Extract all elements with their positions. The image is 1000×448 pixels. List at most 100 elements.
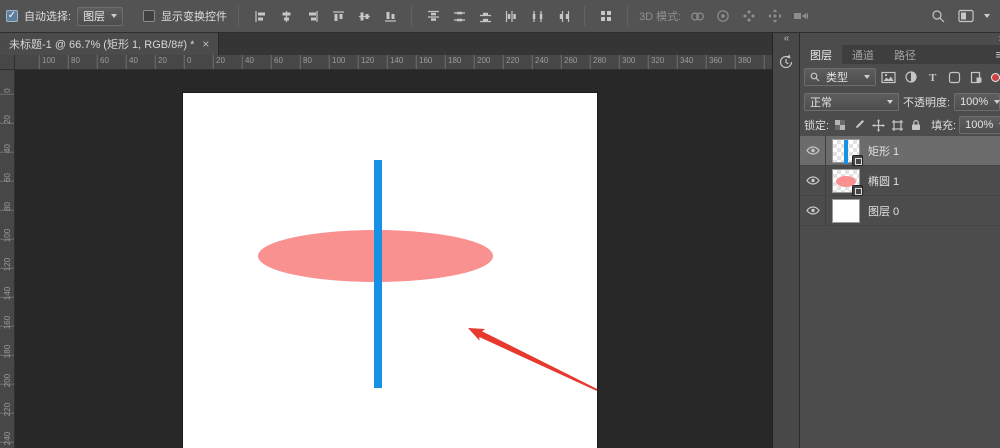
distribute-top-edges-icon[interactable]: [423, 5, 443, 27]
visibility-eye-icon[interactable]: [800, 196, 826, 225]
ruler-label: 280: [593, 56, 607, 65]
ruler-label: 20: [216, 56, 225, 65]
visibility-eye-icon[interactable]: [800, 166, 826, 195]
auto-select-checkbox[interactable]: ✓: [6, 10, 18, 22]
show-transform-checkbox[interactable]: [143, 10, 156, 22]
layer-filter-toggle[interactable]: [991, 72, 1000, 82]
ruler-label: 100: [3, 228, 12, 243]
photoshop-window: ✓ 自动选择: 图层 显示变换控件 3D 模式: 未标题-1 @ 66.7% (…: [0, 0, 1000, 448]
align-right-edges-icon[interactable]: [302, 5, 322, 27]
visibility-eye-icon[interactable]: [800, 136, 826, 165]
chevron-down-icon: [111, 14, 118, 18]
show-transform-label: 显示变换控件: [161, 11, 228, 23]
layer-thumbnail[interactable]: [832, 168, 863, 196]
auto-select-target-value: 图层: [83, 11, 106, 23]
layer-row-rectangle-1[interactable]: 矩形 1: [800, 136, 1000, 166]
align-top-edges-icon[interactable]: [328, 5, 348, 27]
ruler-label: 320: [651, 56, 665, 65]
opacity-input[interactable]: 100%: [954, 93, 1000, 111]
pasteboard[interactable]: [15, 70, 772, 448]
align-bottom-edges-icon[interactable]: [380, 5, 400, 27]
ruler-label: 240: [535, 56, 549, 65]
divider: [627, 6, 629, 26]
workspace-switcher-icon[interactable]: [956, 5, 976, 27]
svg-text:T: T: [929, 72, 937, 83]
ruler-label: 60: [100, 56, 109, 65]
layer-thumbnail[interactable]: [832, 138, 863, 166]
ruler-label: 0: [187, 56, 192, 65]
filter-smart-objects-icon[interactable]: [967, 68, 986, 86]
3d-roll-icon[interactable]: [713, 5, 733, 27]
divider: [584, 6, 586, 26]
ruler-label: 200: [3, 373, 12, 388]
layer-row-layer-0[interactable]: 图层 0: [800, 196, 1000, 226]
lock-row: 锁定: 填充: 100%: [800, 114, 1000, 136]
tab-paths[interactable]: 路径: [884, 45, 926, 64]
paste-area: 0 20 40 60 80 100 120 140 160 180 200 220 240: [0, 70, 772, 448]
layer-name[interactable]: 椭圆 1: [868, 173, 899, 189]
filter-shape-layers-icon[interactable]: [945, 68, 964, 86]
ruler-label: 260: [564, 56, 578, 65]
layer-thumbnail[interactable]: [832, 198, 860, 223]
lock-position-icon[interactable]: [870, 117, 886, 133]
distribute-horizontal-centers-icon[interactable]: [527, 5, 547, 27]
distribute-right-edges-icon[interactable]: [553, 5, 573, 27]
ruler-label: 100: [42, 56, 56, 65]
filter-type-dropdown[interactable]: 类型: [804, 68, 876, 86]
ruler-label: 200: [477, 56, 491, 65]
ruler-label: 120: [3, 257, 12, 272]
ruler-label: 160: [419, 56, 433, 65]
align-horizontal-centers-icon[interactable]: [276, 5, 296, 27]
right-dock: « » 图层 通道 路径 ≡ 类型: [772, 33, 1000, 448]
3d-pan-icon[interactable]: [739, 5, 759, 27]
options-bar: ✓ 自动选择: 图层 显示变换控件 3D 模式:: [0, 0, 1000, 33]
distribute-bottom-edges-icon[interactable]: [475, 5, 495, 27]
expand-panels-chevron[interactable]: «: [784, 33, 789, 45]
lock-artboard-icon[interactable]: [889, 117, 905, 133]
auto-select-target-dropdown[interactable]: 图层: [77, 6, 124, 26]
close-tab-icon[interactable]: ×: [202, 37, 209, 51]
ruler-label: 160: [3, 315, 12, 330]
opacity-value: 100%: [960, 96, 989, 108]
blend-mode-row: 正常 不透明度: 100%: [800, 90, 1000, 114]
lock-all-icon[interactable]: [908, 117, 924, 133]
document-tab[interactable]: 未标题-1 @ 66.7% (矩形 1, RGB/8#) * ×: [0, 33, 220, 55]
align-vertical-centers-icon[interactable]: [354, 5, 374, 27]
ruler-label: 40: [3, 144, 12, 153]
chevron-down-icon[interactable]: [984, 14, 990, 18]
distribute-left-edges-icon[interactable]: [501, 5, 521, 27]
chevron-down-icon: [994, 100, 1000, 104]
tab-channels[interactable]: 通道: [842, 45, 884, 64]
filter-type-layers-icon[interactable]: T: [923, 68, 942, 86]
3d-dolly-icon[interactable]: [791, 5, 811, 27]
panel-menu-icon[interactable]: ≡: [990, 45, 1000, 64]
filter-adjustment-layers-icon[interactable]: [901, 68, 920, 86]
lock-transparency-icon[interactable]: [832, 117, 848, 133]
align-left-edges-icon[interactable]: [250, 5, 270, 27]
layer-name[interactable]: 矩形 1: [868, 143, 899, 159]
layers-empty-area[interactable]: [800, 226, 1000, 448]
distribute-vertical-centers-icon[interactable]: [449, 5, 469, 27]
ruler-label: 80: [303, 56, 312, 65]
horizontal-ruler[interactable]: 100 80 60 40 20 0 20 40 60 80 100 120 140 160 180 200 22…: [15, 55, 772, 70]
document-area: 未标题-1 @ 66.7% (矩形 1, RGB/8#) * × 100 80 60…: [0, 33, 772, 448]
distribute-spacing-icon[interactable]: [596, 5, 616, 27]
lock-image-icon[interactable]: [851, 117, 867, 133]
ruler-label: 0: [3, 88, 12, 93]
3d-orbit-icon[interactable]: [687, 5, 707, 27]
history-panel-icon[interactable]: [773, 49, 799, 75]
blend-mode-dropdown[interactable]: 正常: [804, 93, 899, 111]
search-icon[interactable]: [928, 5, 948, 27]
filter-pixel-layers-icon[interactable]: [879, 68, 898, 86]
opacity-label: 不透明度:: [903, 97, 951, 109]
filter-type-value: 类型: [826, 72, 848, 84]
layer-row-ellipse-1[interactable]: 椭圆 1: [800, 166, 1000, 196]
ruler-origin-corner[interactable]: [0, 55, 15, 70]
tab-layers[interactable]: 图层: [800, 45, 842, 64]
vertical-ruler[interactable]: 0 20 40 60 80 100 120 140 160 180 200 220 240: [0, 70, 15, 448]
fill-input[interactable]: 100%: [959, 116, 1000, 134]
canvas[interactable]: [183, 93, 597, 448]
shape-layer-badge-icon: [852, 154, 863, 166]
layer-name[interactable]: 图层 0: [868, 203, 899, 219]
3d-slide-icon[interactable]: [765, 5, 785, 27]
